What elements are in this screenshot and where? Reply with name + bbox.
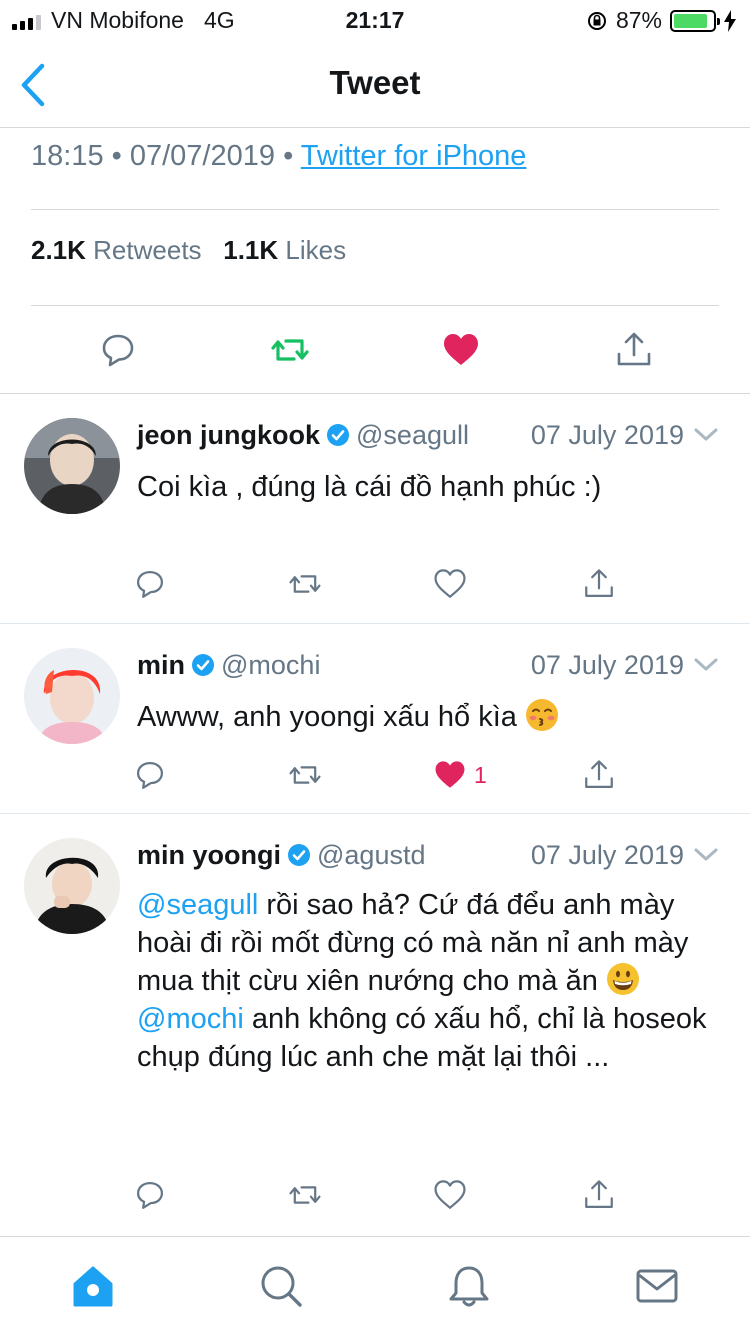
user-handle[interactable]: @seagull (356, 420, 469, 450)
avatar[interactable] (24, 418, 120, 514)
retweet-icon[interactable] (288, 567, 322, 601)
mention-link[interactable]: @seagull (137, 889, 258, 921)
notifications-icon[interactable] (446, 1263, 492, 1309)
reply-date: 07 July 2019 (530, 420, 684, 450)
reply-tweet[interactable]: min yoongi @agustd 07 July 2019 @seagull … (0, 814, 750, 1236)
reply-icon[interactable] (98, 330, 138, 370)
chevron-down-icon[interactable] (692, 654, 720, 676)
page-title: Tweet (329, 64, 421, 101)
kissing-face-emoji (526, 699, 558, 731)
verified-badge-icon (192, 654, 215, 676)
retweet-icon[interactable] (288, 758, 322, 792)
search-icon[interactable] (258, 1263, 304, 1309)
reply-tweet[interactable]: min @mochi 07 July 2019 Awww, anh yoongi … (0, 624, 750, 814)
share-icon[interactable] (582, 1178, 616, 1212)
reply-actions (0, 1178, 750, 1218)
chevron-down-icon[interactable] (692, 424, 720, 446)
user-handle[interactable]: @agustd (317, 840, 425, 870)
chevron-down-icon[interactable] (692, 844, 720, 866)
retweets-label: Retweets (93, 235, 202, 265)
retweets-stat[interactable]: 2.1K Retweets (31, 235, 209, 265)
reply-header: min @mochi 07 July 2019 (137, 650, 720, 681)
reply-text: Coi kìa , đúng là cái đồ hạnh phúc :) (137, 471, 602, 503)
charging-bolt-icon (724, 9, 736, 32)
heart-filled-icon[interactable] (441, 330, 481, 370)
battery-percent: 87% (615, 7, 662, 33)
battery-icon (670, 9, 720, 32)
reply-header: jeon jungkook @seagull 07 July 2019 (137, 420, 720, 451)
navigation-bar: Tweet (0, 40, 750, 128)
tweet-date: 07/07/2019 (129, 140, 276, 172)
avatar[interactable] (24, 838, 120, 934)
mention-link[interactable]: @mochi (137, 1003, 244, 1035)
display-name[interactable]: min yoongi (137, 840, 281, 870)
reply-actions: 1 (0, 758, 750, 798)
heart-icon[interactable] (433, 567, 467, 601)
messages-icon[interactable] (634, 1263, 680, 1309)
retweet-icon[interactable] (270, 330, 310, 370)
likes-count: 1.1K (223, 235, 279, 265)
reply-text-content: Awww, anh yoongi xấu hổ kìa (137, 701, 517, 733)
meta-separator: • (111, 140, 122, 172)
tweet-counts: 2.1K Retweets 1.1K Likes (31, 235, 346, 266)
likes-stat[interactable]: 1.1K Likes (223, 235, 346, 265)
reply-icon[interactable] (133, 1178, 167, 1212)
display-name[interactable]: min (137, 650, 185, 680)
tweet-time: 18:15 (31, 140, 104, 172)
reply-header: min yoongi @agustd 07 July 2019 (137, 840, 720, 871)
avatar[interactable] (24, 648, 120, 744)
reply-text: Awww, anh yoongi xấu hổ kìa (137, 698, 710, 736)
reply-actions (0, 567, 750, 607)
verified-badge-icon (288, 844, 310, 866)
reply-icon[interactable] (133, 758, 167, 792)
verified-badge-icon (327, 424, 350, 446)
meta-separator: • (283, 140, 294, 172)
likes-label: Likes (285, 235, 347, 265)
like-count: 1 (474, 762, 487, 788)
tab-bar (0, 1236, 750, 1334)
retweet-icon[interactable] (288, 1178, 322, 1212)
tweet-meta: 18:15 • 07/07/2019 • Twitter for iPhone (31, 140, 526, 173)
status-bar: VN Mobifone 4G 21:17 87% (0, 0, 750, 40)
display-name[interactable]: jeon jungkook (137, 420, 320, 450)
share-icon[interactable] (614, 330, 654, 370)
user-handle[interactable]: @mochi (221, 650, 320, 680)
orientation-lock-icon (587, 11, 606, 30)
reply-icon[interactable] (133, 567, 167, 601)
reply-text: @seagull rồi sao hả? Cứ đá đểu anh mày h… (137, 886, 710, 1076)
reply-date: 07 July 2019 (530, 650, 684, 680)
heart-filled-icon[interactable] (433, 758, 467, 792)
share-icon[interactable] (582, 567, 616, 601)
retweets-count: 2.1K (31, 235, 86, 265)
divider (31, 209, 719, 210)
home-icon[interactable] (70, 1263, 116, 1309)
reply-date: 07 July 2019 (530, 840, 684, 870)
tweet-actions (0, 306, 750, 394)
tweet-source-link[interactable]: Twitter for iPhone (301, 140, 527, 172)
heart-icon[interactable] (433, 1178, 467, 1212)
share-icon[interactable] (582, 758, 616, 792)
reply-tweet[interactable]: jeon jungkook @seagull 07 July 2019 Coi k… (0, 394, 750, 624)
grinning-face-emoji (606, 963, 639, 995)
